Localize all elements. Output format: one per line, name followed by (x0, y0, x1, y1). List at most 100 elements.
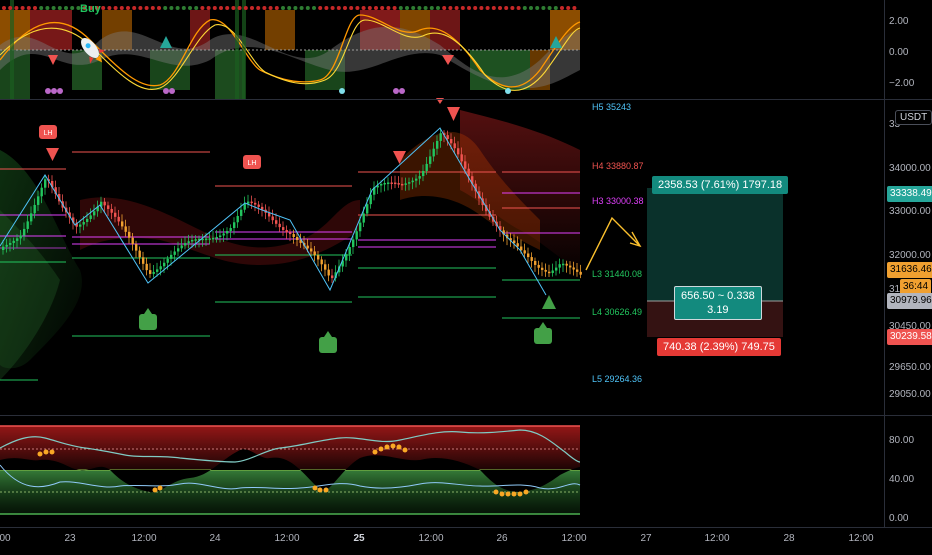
stop-info-label[interactable]: 740.38 (2.39%) 749.75 (657, 338, 781, 356)
oscillator-dot (317, 487, 323, 493)
candle-body (275, 220, 278, 224)
candle-body (352, 239, 355, 248)
candle-body (103, 201, 106, 206)
signal-dot (8, 6, 13, 10)
candle-body (516, 243, 519, 247)
signal-dot (299, 6, 304, 10)
candle-body (422, 170, 425, 177)
signal-dot (572, 6, 577, 10)
candle-body (429, 156, 432, 164)
candle-body (128, 231, 131, 238)
signal-dot (374, 6, 378, 10)
signal-dot (126, 6, 130, 10)
oscillator-dot (43, 449, 49, 455)
signal-dot (417, 6, 422, 10)
candle-body (117, 216, 120, 222)
sell-signal-icon (46, 148, 59, 161)
signal-dots (45, 88, 511, 94)
signal-dot (305, 6, 310, 10)
signal-dot (522, 6, 527, 10)
signal-dot (485, 6, 490, 10)
candle-body (562, 263, 565, 266)
bottom-indicator-pane: 80.00 40.00 0.00 (0, 425, 914, 524)
lh-label: LH (44, 130, 53, 137)
signal-dot (336, 6, 341, 10)
candle-body (166, 258, 169, 263)
level-label-h4: H4 33880.87 (592, 161, 644, 171)
candle-body (152, 271, 155, 274)
signal-dot (2, 6, 6, 10)
candle-body (534, 260, 537, 265)
candle-body (215, 236, 218, 239)
entry-price-tag: 30979.96 (887, 293, 932, 309)
candle-body (278, 223, 281, 228)
signal-dot (243, 6, 248, 10)
candle-body (579, 271, 582, 275)
oscillator-dot (378, 446, 384, 452)
candle-body (163, 262, 166, 267)
candle-body (436, 140, 439, 149)
candle-body (89, 215, 92, 219)
candle-body (180, 245, 183, 249)
candle-body (313, 251, 316, 256)
time-axis-label: 28 (783, 533, 795, 544)
signal-dot (330, 6, 335, 10)
candle-body (366, 204, 369, 214)
candle-body (170, 254, 173, 259)
candle-body (523, 250, 526, 254)
signal-dot (113, 6, 118, 10)
candle-body (572, 267, 575, 270)
profit-zone[interactable] (647, 188, 783, 301)
signal-dot (181, 6, 186, 10)
oscillator-dot (505, 491, 511, 497)
oscillator-dot (523, 489, 529, 495)
time-axis[interactable]: 00 23 12:00 24 12:00 25 12:00 26 12:00 2… (0, 533, 874, 544)
signal-dot (349, 6, 354, 10)
pane-separator[interactable] (0, 415, 932, 416)
pane-separator[interactable] (0, 99, 932, 100)
candle-body (453, 143, 456, 149)
signal-dot (436, 6, 440, 10)
signal-dot (57, 6, 62, 10)
candle-body (401, 183, 404, 186)
signal-dot (553, 6, 558, 10)
signal-dot (293, 6, 298, 10)
currency-unit-badge[interactable]: USDT (895, 110, 932, 125)
target-info-label[interactable]: 2358.53 (7.61%) 1797.18 (652, 176, 789, 194)
candle-body (233, 222, 236, 229)
signal-dot (237, 6, 242, 10)
candle-body (324, 264, 327, 270)
signal-dot (367, 6, 372, 10)
buy-marker (319, 331, 337, 353)
signal-dot (498, 6, 502, 10)
risk-reward-label[interactable]: 656.50 ~ 0.338 3.19 (674, 286, 762, 320)
signal-dot (20, 6, 25, 10)
signal-dot (287, 6, 292, 10)
candle-body (107, 205, 110, 209)
signal-dot (219, 6, 223, 10)
candle-body (226, 230, 229, 234)
lh-marker: LH (39, 125, 57, 139)
candle-body (138, 250, 141, 258)
stop-price-tag: 30239.58 (887, 329, 932, 345)
signal-dot (175, 6, 180, 10)
level-label-l5: L5 29264.36 (592, 374, 642, 384)
candle-body (124, 226, 127, 232)
time-axis-label: 27 (640, 533, 652, 544)
candle-body (320, 259, 323, 265)
candle-body (408, 182, 411, 184)
candle-body (555, 267, 558, 271)
oscillator-dot (323, 487, 329, 493)
level-label-l3: L3 31440.08 (592, 269, 642, 279)
signal-dot (107, 6, 112, 10)
candle-body (110, 208, 113, 213)
signal-dot (231, 6, 236, 10)
signal-dot (454, 6, 459, 10)
chart-canvas[interactable]: Buy 2.00 0.00 −2.00 LH LH H5 35243 H4 33… (0, 0, 932, 550)
candle-body (359, 222, 362, 232)
price-axis-label: 34000.00 (889, 163, 931, 174)
oscillator-dot (37, 451, 43, 457)
sell-triangle-icon (48, 55, 58, 65)
signal-dot (268, 6, 273, 10)
level-label-l4: L4 30626.49 (592, 307, 642, 317)
